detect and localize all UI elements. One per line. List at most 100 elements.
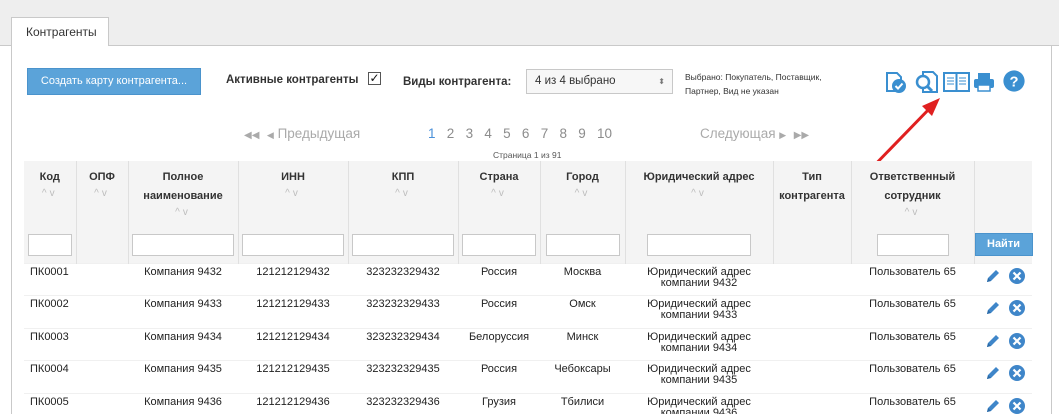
cell-responsible: Пользователь 65 xyxy=(851,360,974,393)
table-row[interactable]: ПК0005 Компания 9436 121212129436 323232329… xyxy=(24,392,1032,414)
column-header-name[interactable]: Полное наименование ^v xyxy=(127,161,238,227)
table-row[interactable]: ПК0004 Компания 9435 121212129435 323232329… xyxy=(24,360,1032,393)
cell-address: Юридический адрес компании 9432 xyxy=(625,262,773,296)
counterparties-table: Код ^v ОПФ ^v Полное наименование ^v ИНН ^v К… xyxy=(24,161,1033,414)
column-header-address[interactable]: Юридический адрес ^v xyxy=(624,161,773,227)
cell-inn: 121212129433 xyxy=(238,295,348,328)
page-link[interactable]: 4 xyxy=(484,126,492,141)
sort-icon[interactable]: ^v xyxy=(626,187,773,201)
filter-responsible-input[interactable] xyxy=(876,233,949,256)
column-header-actions xyxy=(973,161,1032,227)
page-link[interactable]: 5 xyxy=(503,126,511,141)
delete-icon[interactable] xyxy=(1008,267,1026,285)
pager-next[interactable]: Следующая ▶ ▶▶ xyxy=(700,126,809,144)
selected-types-line-2: Партнер, Вид не указан xyxy=(685,86,779,96)
active-counterparties-checkbox[interactable]: ✓ xyxy=(368,72,381,85)
page-link[interactable]: 3 xyxy=(466,126,474,141)
page-link[interactable]: 2 xyxy=(447,126,455,141)
sort-icon[interactable]: ^v xyxy=(239,187,348,201)
delete-icon[interactable] xyxy=(1008,299,1026,317)
sort-icon[interactable]: ^v xyxy=(129,206,238,220)
sort-icon[interactable]: ^v xyxy=(349,187,458,201)
page-link[interactable]: 10 xyxy=(597,126,612,141)
sort-icon[interactable]: ^v xyxy=(77,187,128,201)
selected-types-summary: Выбрано: Покупатель, Поставщик, Партнер,… xyxy=(685,70,860,98)
create-counterparty-button[interactable]: Создать карту контрагента... xyxy=(27,68,201,95)
cell-city: Москва xyxy=(540,262,625,296)
cell-inn: 121212129436 xyxy=(238,392,348,414)
cell-address: Юридический адрес компании 9436 xyxy=(625,392,773,414)
page-link[interactable]: 8 xyxy=(559,126,567,141)
filter-kpp-input[interactable] xyxy=(352,233,454,256)
filter-inn-input[interactable] xyxy=(242,233,344,256)
column-header-responsible[interactable]: Ответственный сотрудник ^v xyxy=(850,161,974,227)
delete-icon[interactable] xyxy=(1008,397,1026,414)
cell-actions xyxy=(974,295,1032,328)
cell-name: Компания 9433 xyxy=(128,295,238,328)
delete-icon[interactable] xyxy=(1008,332,1026,350)
counterparty-types-select[interactable]: 4 из 4 выбрано ⬍ xyxy=(526,69,673,94)
filter-code-input[interactable] xyxy=(27,233,72,256)
edit-pencil-icon[interactable] xyxy=(984,299,1002,317)
sort-icon[interactable]: ^v xyxy=(24,187,76,201)
edit-pencil-icon[interactable] xyxy=(984,267,1002,285)
cell-opf xyxy=(76,392,128,414)
cell-responsible: Пользователь 65 xyxy=(851,295,974,328)
table-row[interactable]: ПК0002 Компания 9433 121212129433 323232329… xyxy=(24,295,1032,328)
sort-icon[interactable]: ^v xyxy=(852,206,974,220)
cell-inn: 121212129435 xyxy=(238,360,348,393)
cell-kpp: 323232329435 xyxy=(348,360,458,393)
cell-type xyxy=(773,392,851,414)
print-icon[interactable] xyxy=(973,70,995,94)
pager-prev[interactable]: ◀◀ ◀ Предыдущая xyxy=(244,126,360,144)
document-search-icon[interactable] xyxy=(913,70,941,94)
book-icon[interactable] xyxy=(943,70,970,94)
document-check-icon[interactable] xyxy=(884,70,910,94)
find-button[interactable]: Найти xyxy=(974,233,1033,257)
cell-code: ПК0004 xyxy=(24,360,76,393)
column-header-country[interactable]: Страна ^v xyxy=(457,161,540,227)
first-page-icon[interactable]: ◀◀ xyxy=(244,130,259,141)
sort-icon[interactable]: ^v xyxy=(541,187,625,201)
cell-responsible: Пользователь 65 xyxy=(851,392,974,414)
page-link[interactable]: 1 xyxy=(428,126,436,141)
column-header-code[interactable]: Код ^v xyxy=(24,161,76,227)
page-link[interactable]: 7 xyxy=(541,126,549,141)
last-page-icon[interactable]: ▶▶ xyxy=(794,130,809,141)
cell-code: ПК0003 xyxy=(24,327,76,361)
edit-pencil-icon[interactable] xyxy=(984,397,1002,414)
delete-icon[interactable] xyxy=(1008,364,1026,382)
filter-country-input[interactable] xyxy=(462,233,536,256)
address-line-2: компании 9433 xyxy=(660,309,738,321)
filter-name-input[interactable] xyxy=(132,233,234,256)
edit-pencil-icon[interactable] xyxy=(984,364,1002,382)
tab-counterparties[interactable]: Контрагенты xyxy=(11,17,109,47)
help-icon[interactable]: ? xyxy=(1001,69,1027,93)
column-header-kpp[interactable]: КПП ^v xyxy=(347,161,458,227)
next-page-link[interactable]: Следующая xyxy=(700,126,776,141)
cell-opf xyxy=(76,295,128,328)
edit-pencil-icon[interactable] xyxy=(984,332,1002,350)
column-header-city[interactable]: Город ^v xyxy=(539,161,625,227)
prev-page-link[interactable]: Предыдущая xyxy=(278,126,361,141)
column-header-opf[interactable]: ОПФ ^v xyxy=(75,161,128,227)
filter-address-input[interactable] xyxy=(647,233,751,256)
cell-type xyxy=(773,295,851,328)
page-link[interactable]: 6 xyxy=(522,126,530,141)
filter-city-input[interactable] xyxy=(545,233,620,256)
cell-code: ПК0002 xyxy=(24,295,76,328)
sort-icon[interactable]: ^v xyxy=(459,187,540,201)
column-header-inn[interactable]: ИНН ^v xyxy=(237,161,348,227)
address-line-2: компании 9436 xyxy=(660,406,738,414)
page-link[interactable]: 9 xyxy=(578,126,586,141)
filter-row: Найти xyxy=(24,227,1033,263)
cell-country: Грузия xyxy=(458,392,540,414)
column-header-type: Тип контрагента xyxy=(772,161,851,227)
cell-address: Юридический адрес компании 9435 xyxy=(625,360,773,393)
cell-name: Компания 9434 xyxy=(128,327,238,361)
table-row[interactable]: ПК0001 Компания 9432 121212129432 323232329… xyxy=(24,262,1032,296)
cell-address: Юридический адрес компании 9433 xyxy=(625,295,773,328)
table-row[interactable]: ПК0003 Компания 9434 121212129434 323232329… xyxy=(24,327,1032,361)
cell-kpp: 323232329433 xyxy=(348,295,458,328)
cell-name: Компания 9432 xyxy=(128,262,238,296)
